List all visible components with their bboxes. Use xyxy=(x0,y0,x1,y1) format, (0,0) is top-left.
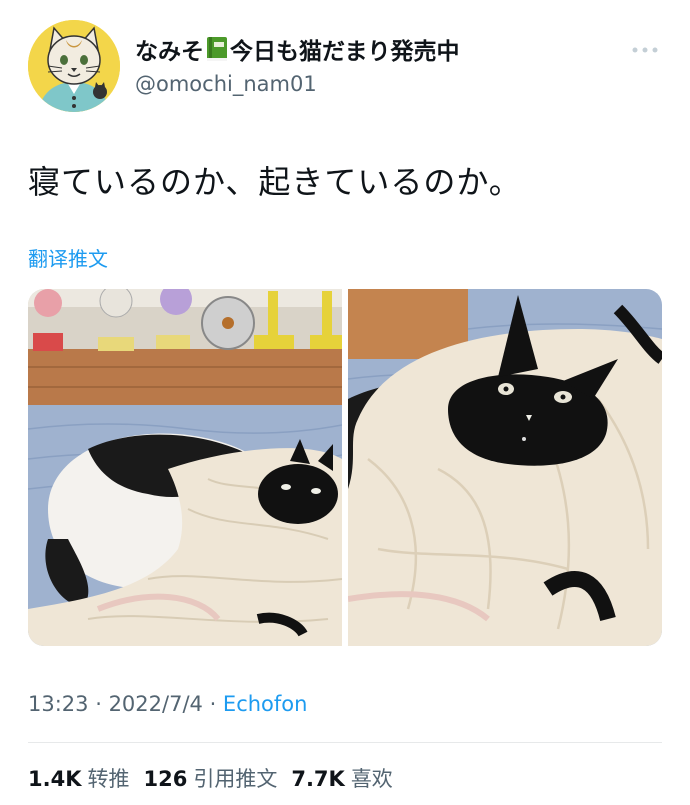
cat-avatar-icon xyxy=(28,20,120,112)
display-name-part1: なみそ xyxy=(135,39,204,65)
tweet-time[interactable]: 13:23 xyxy=(28,692,89,716)
tweet-source-link[interactable]: Echofon xyxy=(223,692,308,716)
more-options-icon[interactable] xyxy=(628,38,662,62)
meta-separator: · xyxy=(88,692,109,716)
likes-stat[interactable]: 7.7K 喜欢 xyxy=(291,763,392,793)
display-name[interactable]: なみそ 今日も猫だまり発売中 xyxy=(135,32,460,66)
likes-label: 喜欢 xyxy=(350,767,393,791)
green-book-icon xyxy=(206,36,228,62)
meta-separator: · xyxy=(202,692,223,716)
display-name-part2: 今日も猫だまり発売中 xyxy=(230,39,460,65)
tweet-stats: 1.4K 转推 126 引用推文 7.7K 喜欢 xyxy=(28,763,407,793)
quote-tweets-count: 126 xyxy=(143,767,188,791)
quote-tweets-label: 引用推文 xyxy=(193,767,278,791)
divider xyxy=(28,742,662,743)
user-handle[interactable]: @omochi_nam01 xyxy=(135,72,317,96)
cat-on-blanket-photo-right[interactable] xyxy=(348,289,662,646)
likes-count: 7.7K xyxy=(291,767,345,791)
retweets-stat[interactable]: 1.4K 转推 xyxy=(28,763,129,793)
translate-tweet-link[interactable]: 翻译推文 xyxy=(28,243,108,272)
cat-on-blanket-photo-left[interactable] xyxy=(28,289,342,646)
quote-tweets-stat[interactable]: 126 引用推文 xyxy=(143,763,277,793)
retweets-count: 1.4K xyxy=(28,767,82,791)
tweet-date[interactable]: 2022/7/4 xyxy=(109,692,203,716)
retweets-label: 转推 xyxy=(87,767,130,791)
avatar[interactable] xyxy=(28,20,120,112)
tweet-metadata: 13:23 · 2022/7/4 · Echofon xyxy=(28,692,307,716)
tweet-text: 寝ているのか、起きているのか。 xyxy=(28,163,522,201)
